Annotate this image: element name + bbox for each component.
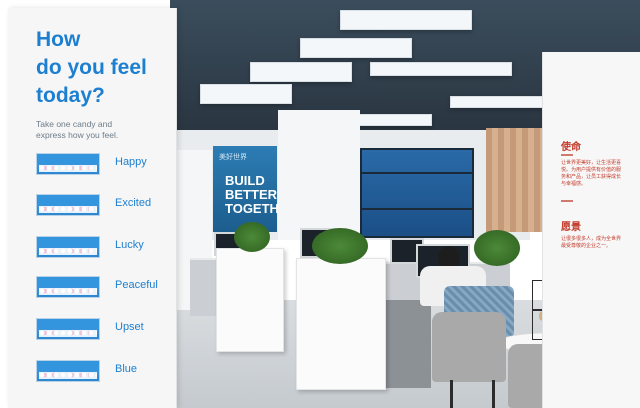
vision-text: 让很多很多人，成为全世界最受尊敬的企业之一。: [561, 236, 622, 249]
pillar: [278, 110, 360, 240]
planter-box: [216, 248, 284, 352]
mood-row-peaceful: Peaceful: [34, 276, 174, 300]
banner-line: TOGETH: [225, 201, 279, 216]
chair-leg: [450, 380, 453, 408]
office-scene: 美好世界 BUILD BETTER TOGETH 使命 让世界更美好，让生活更喜…: [0, 0, 640, 408]
ceiling-light: [250, 62, 352, 82]
plant: [312, 228, 368, 264]
banner-small-text: 美好世界: [219, 154, 247, 161]
mood-label: Upset: [115, 321, 144, 333]
planter-box: [296, 258, 386, 390]
curtain: [486, 128, 542, 232]
title-line: How: [36, 28, 81, 51]
candy-box: [36, 318, 100, 340]
mood-label: Happy: [115, 156, 147, 168]
subtitle-line: Take one candy and: [36, 119, 113, 129]
ceiling-light: [200, 84, 292, 104]
candy-box: [36, 276, 100, 298]
divider: [561, 200, 573, 202]
candy-box: [36, 236, 100, 258]
mood-label: Excited: [115, 197, 152, 209]
subtitle-line: express how you feel.: [36, 130, 119, 140]
banner-line: BUILD: [225, 173, 265, 188]
plant: [234, 222, 270, 252]
candy-box: [36, 360, 100, 382]
mood-row-blue: Blue: [34, 360, 174, 384]
mood-row-happy: Happy: [34, 153, 174, 177]
wall-banner: 美好世界 BUILD BETTER TOGETH: [213, 146, 279, 232]
mood-board-subtitle: Take one candy and express how you feel.: [36, 119, 118, 141]
mood-label: Peaceful: [115, 279, 158, 291]
mission-text: 让世界更美好，让生活更喜悦。为用户提供有价值的服务和产品，让员工获得成长与幸福感…: [561, 160, 622, 187]
candy-box: [36, 194, 100, 216]
mission-heading: 使命: [561, 142, 581, 153]
candy-box: [36, 153, 100, 175]
mood-board-title: How do you feel today?: [36, 26, 147, 110]
ceiling-light: [340, 10, 472, 30]
mood-row-excited: Excited: [34, 194, 174, 218]
ceiling-light: [300, 38, 412, 58]
chair-leg: [492, 380, 495, 408]
plant: [474, 230, 520, 266]
divider: [561, 154, 573, 156]
ceiling-light: [370, 62, 512, 76]
banner-slogan: BUILD BETTER TOGETH: [225, 174, 279, 216]
mood-board-panel: How do you feel today? Take one candy an…: [8, 8, 177, 408]
filing-cabinet: [385, 300, 431, 388]
mood-label: Lucky: [115, 239, 144, 251]
mood-row-upset: Upset: [34, 318, 174, 342]
vision-heading: 愿景: [561, 222, 581, 233]
lounge-chair: [432, 312, 506, 382]
title-line: today?: [36, 84, 105, 107]
mood-label: Blue: [115, 363, 138, 375]
window: [360, 148, 474, 238]
mood-row-lucky: Lucky: [34, 236, 174, 260]
title-line: do you feel: [36, 56, 147, 79]
banner-line: BETTER: [225, 187, 277, 202]
mission-vision-board: 使命 让世界更美好，让生活更喜悦。为用户提供有价值的服务和产品，让员工获得成长与…: [542, 52, 640, 408]
